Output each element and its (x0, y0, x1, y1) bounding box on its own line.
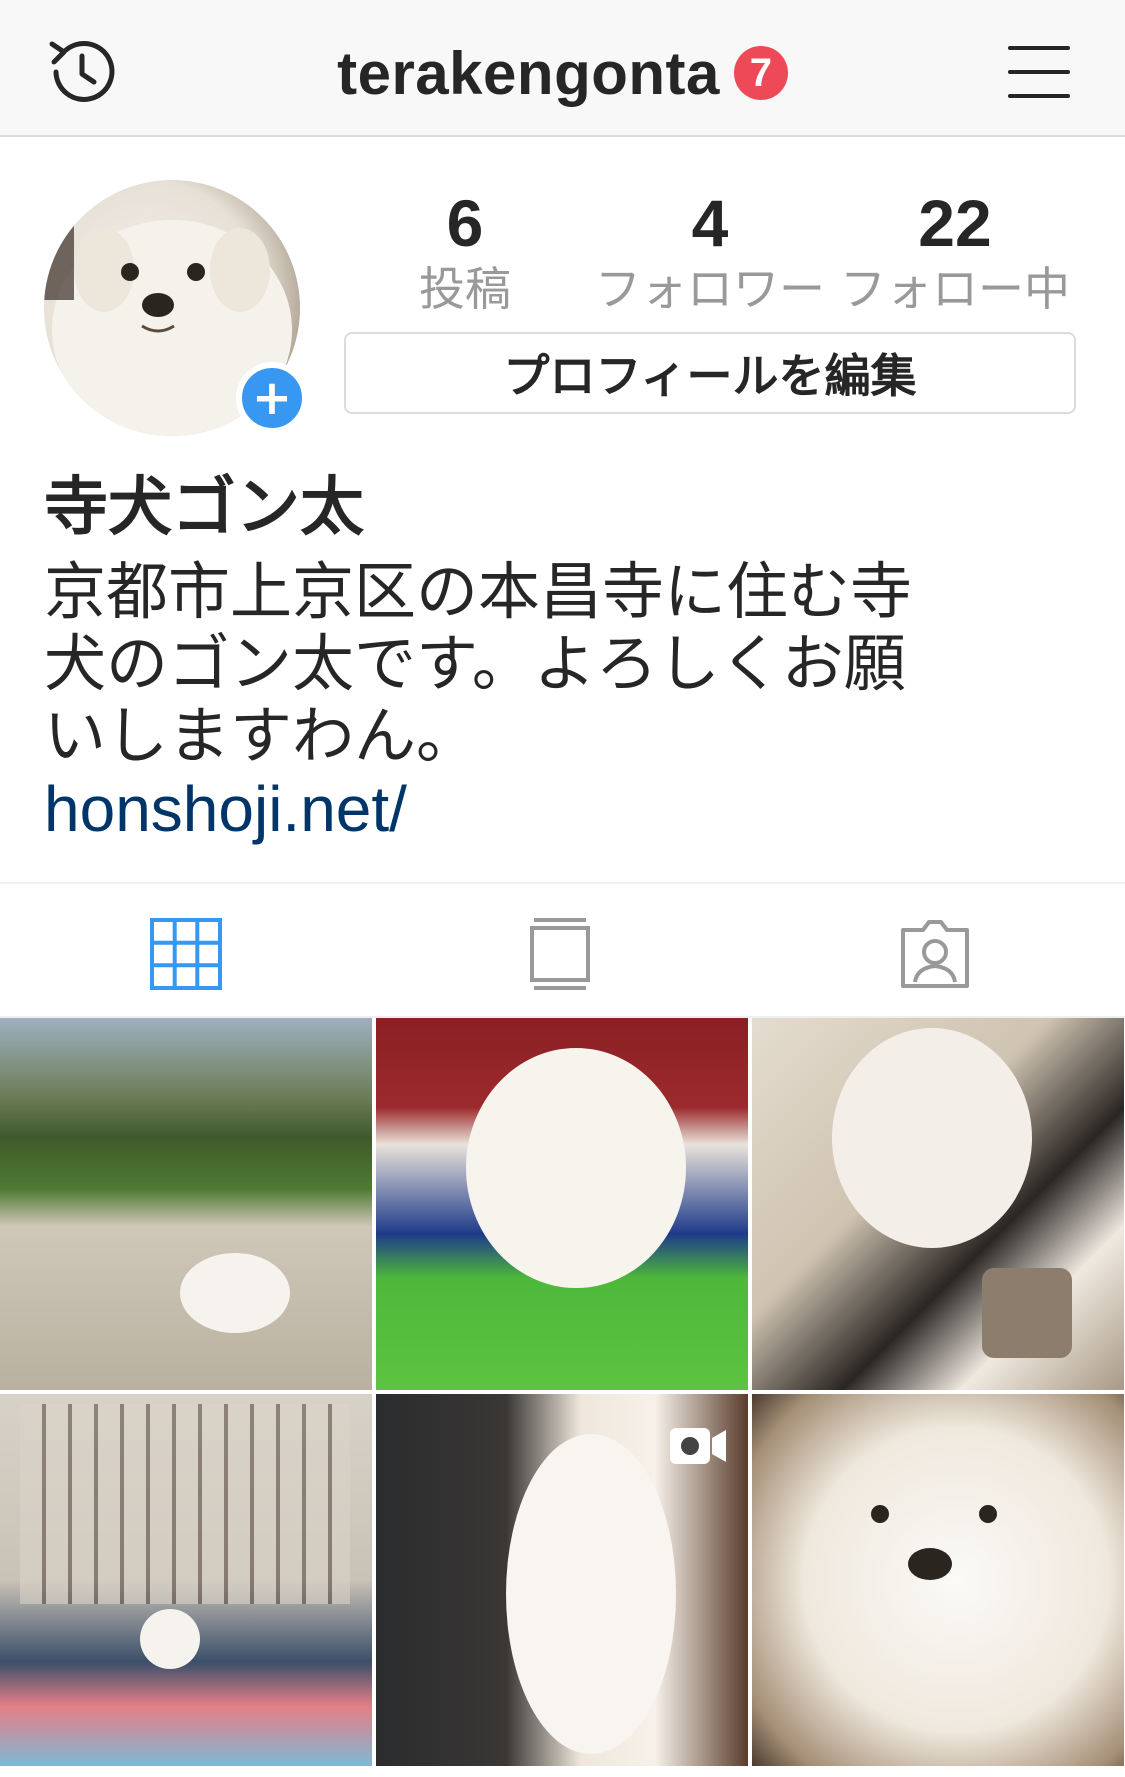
bio-line: 犬のゴン太です。よろしくお願 (44, 627, 906, 700)
photo-tile[interactable] (752, 1018, 1124, 1390)
username-title-group: terakengonta 7 (0, 38, 1125, 108)
posts-label: 投稿 (419, 262, 511, 316)
posts-count: 6 (446, 186, 484, 260)
hamburger-menu-icon[interactable] (1008, 42, 1074, 102)
display-name: 寺犬ゴン太 (44, 471, 364, 545)
dog-shape (180, 1253, 290, 1333)
photo-tile[interactable] (376, 1018, 748, 1390)
bio-line: いしますわん。 (44, 699, 479, 772)
notification-badge[interactable]: 7 (733, 46, 788, 100)
dog-closeup-shape (871, 1505, 997, 1580)
followers-count: 4 (691, 186, 729, 260)
grid-icon[interactable] (146, 914, 226, 994)
following-label: フォロー中 (840, 262, 1070, 316)
feed-icon[interactable] (520, 914, 600, 994)
video-icon (670, 1428, 726, 1464)
profile-tabs (0, 882, 1125, 1018)
bio-line: 京都市上京区の本昌寺に住む寺 (44, 555, 913, 628)
following-count: 22 (918, 186, 992, 260)
photo-tile[interactable] (376, 1394, 748, 1766)
add-story-button[interactable]: + (236, 362, 308, 434)
photo-grid (0, 1018, 1125, 1777)
followers-label: フォロワー (595, 262, 825, 316)
profile-bio: 京都市上京区の本昌寺に住む寺 犬のゴン太です。よろしくお願 いしますわん。 (44, 556, 1084, 772)
dog-shape (832, 1028, 1032, 1248)
website-link[interactable]: honshoji.net/ (44, 772, 407, 846)
edit-profile-button[interactable]: プロフィールを編集 (344, 332, 1076, 414)
username-title: terakengonta (337, 39, 720, 107)
photo-tile[interactable] (752, 1394, 1124, 1766)
dog-shape (140, 1609, 200, 1669)
dog-shape (506, 1434, 676, 1754)
top-nav-bar: terakengonta 7 (0, 0, 1125, 137)
tea-cup-shape (982, 1268, 1072, 1358)
stat-followers[interactable]: 4 フォロワー (590, 186, 830, 318)
dog-shape (466, 1048, 686, 1288)
stat-following[interactable]: 22 フォロー中 (830, 186, 1080, 318)
photo-tile[interactable] (0, 1018, 372, 1390)
stat-posts[interactable]: 6 投稿 (395, 186, 535, 318)
tagged-icon[interactable] (895, 914, 975, 994)
shoji-screen (20, 1404, 350, 1604)
photo-tile[interactable] (0, 1394, 372, 1766)
